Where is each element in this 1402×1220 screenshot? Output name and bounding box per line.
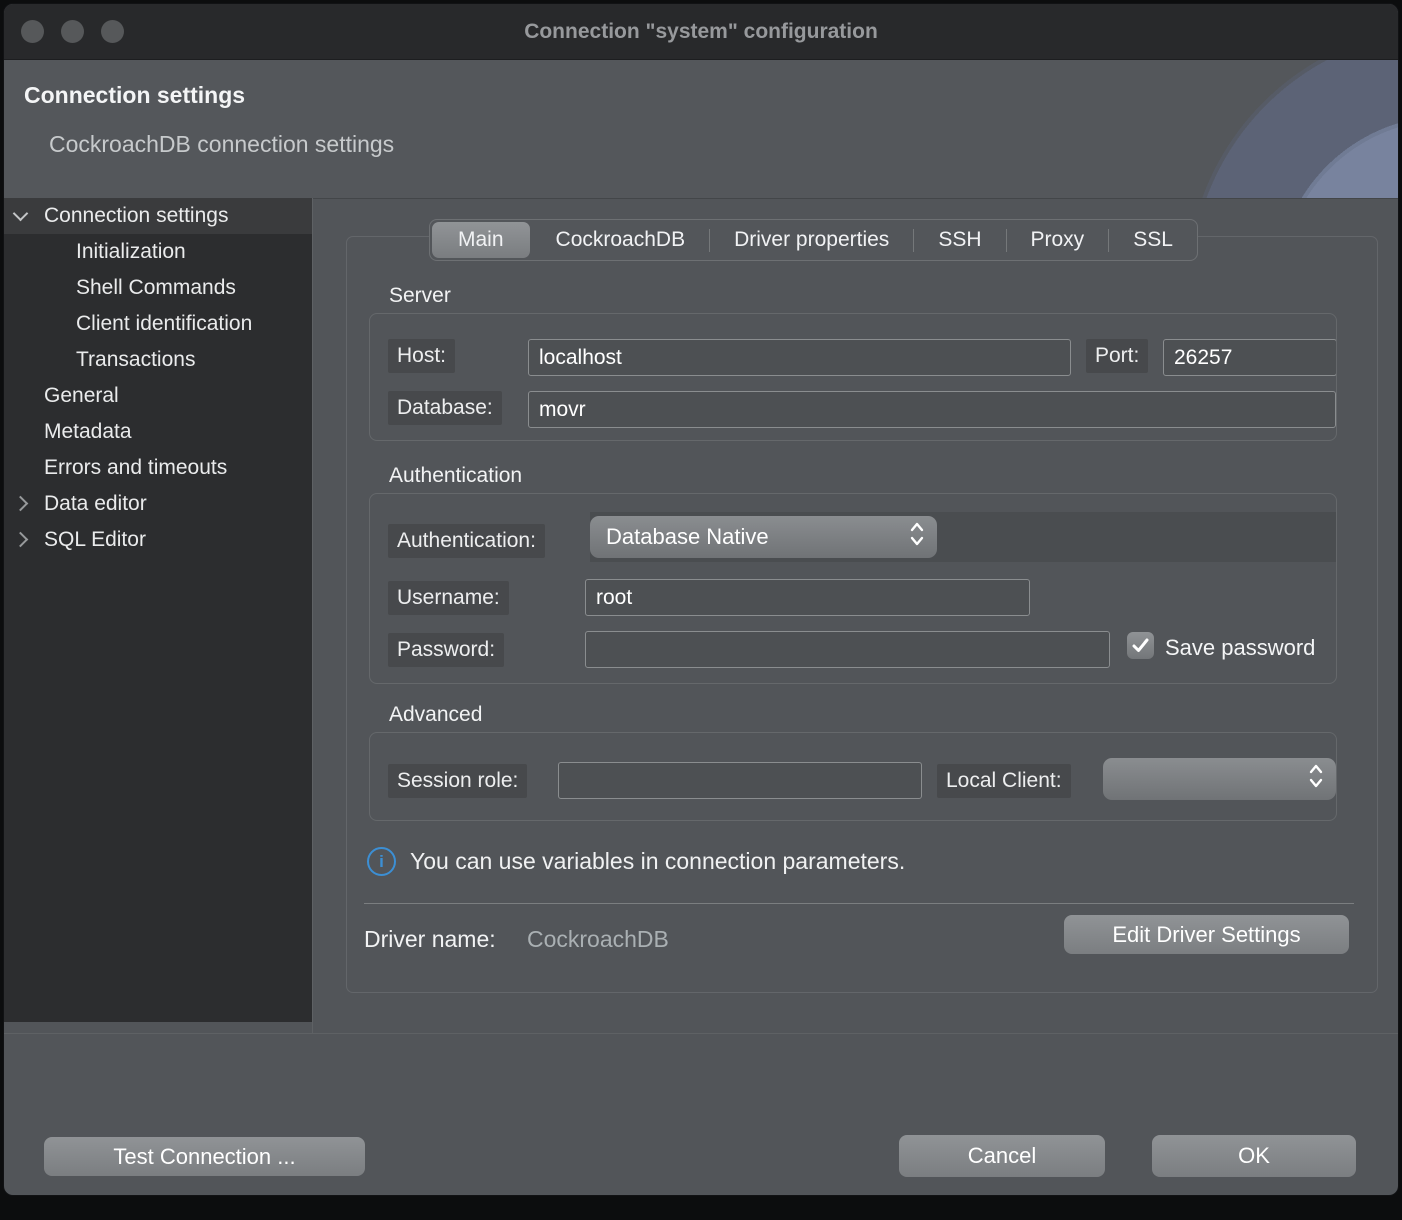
titlebar: Connection "system" configuration — [4, 4, 1398, 60]
page-subtitle: CockroachDB connection settings — [49, 131, 394, 158]
database-label: Database: — [388, 391, 502, 425]
host-input[interactable] — [528, 339, 1071, 376]
sidebar-item-label: Metadata — [44, 420, 132, 444]
info-text: You can use variables in connection para… — [410, 848, 905, 875]
sidebar-tree: Connection settings Initialization Shell C… — [4, 198, 312, 1022]
sidebar-item-initialization[interactable]: Initialization — [4, 234, 312, 270]
sidebar-item-transactions[interactable]: Transactions — [4, 342, 312, 378]
sidebar-item-metadata[interactable]: Metadata — [4, 414, 312, 450]
sidebar-item-label: Data editor — [44, 492, 147, 516]
decorative-swoosh — [978, 60, 1398, 198]
driver-separator — [364, 903, 1354, 904]
password-input[interactable] — [585, 631, 1110, 668]
save-password-checkbox[interactable] — [1127, 632, 1154, 659]
popup-chevrons-icon — [909, 521, 925, 553]
chevron-down-icon[interactable] — [15, 216, 27, 228]
auth-method-value: Database Native — [606, 524, 909, 550]
authentication-group: Authentication: Database Native Username… — [369, 493, 1337, 684]
page-title: Connection settings — [24, 82, 245, 109]
port-label: Port: — [1086, 339, 1148, 373]
username-input[interactable] — [585, 579, 1030, 616]
sidebar-item-label: Client identification — [76, 312, 252, 336]
info-icon: i — [367, 847, 396, 876]
sidebar-item-data-editor[interactable]: Data editor — [4, 486, 312, 522]
sidebar-item-label: Shell Commands — [76, 276, 236, 300]
driver-name-value: CockroachDB — [527, 926, 669, 953]
tab-driver-properties[interactable]: Driver properties — [710, 220, 913, 260]
sidebar-item-label: SQL Editor — [44, 528, 146, 552]
session-role-input[interactable] — [558, 762, 922, 799]
auth-method-label: Authentication: — [388, 524, 545, 558]
local-client-label: Local Client: — [937, 764, 1071, 798]
auth-method-select[interactable]: Database Native — [590, 516, 937, 558]
footer-divider — [4, 1033, 1398, 1034]
tab-ssl[interactable]: SSL — [1109, 220, 1197, 260]
tab-proxy[interactable]: Proxy — [1007, 220, 1109, 260]
tab-cockroachdb[interactable]: CockroachDB — [532, 220, 710, 260]
sidebar-item-errors-and-timeouts[interactable]: Errors and timeouts — [4, 450, 312, 486]
cancel-button[interactable]: Cancel — [899, 1135, 1105, 1177]
sidebar-item-connection-settings[interactable]: Connection settings — [4, 198, 312, 234]
password-label: Password: — [388, 633, 504, 667]
sidebar-item-label: Initialization — [76, 240, 186, 264]
tab-main[interactable]: Main — [432, 222, 530, 258]
driver-name-label: Driver name: — [364, 926, 496, 953]
host-label: Host: — [388, 339, 455, 373]
session-role-label: Session role: — [388, 764, 527, 798]
sidebar-item-sql-editor[interactable]: SQL Editor — [4, 522, 312, 558]
sidebar-item-shell-commands[interactable]: Shell Commands — [4, 270, 312, 306]
username-label: Username: — [388, 581, 509, 615]
dialog-header: Connection settings CockroachDB connecti… — [4, 60, 1398, 199]
info-row: i You can use variables in connection pa… — [367, 847, 905, 876]
local-client-select[interactable] — [1103, 758, 1336, 800]
database-input[interactable] — [528, 391, 1336, 428]
port-input[interactable] — [1163, 339, 1337, 376]
sidebar-item-label: Errors and timeouts — [44, 456, 227, 480]
sidebar-item-label: Connection settings — [44, 204, 228, 228]
test-connection-button[interactable]: Test Connection ... — [44, 1137, 365, 1176]
sidebar-divider — [312, 198, 313, 1034]
chevron-right-icon[interactable] — [15, 504, 27, 516]
sidebar-item-general[interactable]: General — [4, 378, 312, 414]
popup-chevrons-icon — [1308, 763, 1324, 795]
sidebar-item-label: General — [44, 384, 119, 408]
server-group: Host: Port: Database: — [369, 313, 1337, 441]
tab-bar: MainCockroachDBDriver propertiesSSHProxy… — [429, 219, 1198, 261]
connection-dialog-window: Connection "system" configuration Connec… — [3, 3, 1399, 1196]
ok-button[interactable]: OK — [1152, 1135, 1356, 1177]
sidebar-item-client-identification[interactable]: Client identification — [4, 306, 312, 342]
window-title: Connection "system" configuration — [4, 4, 1398, 59]
advanced-section-title: Advanced — [389, 703, 482, 727]
chevron-right-icon[interactable] — [15, 540, 27, 552]
advanced-group: Session role: Local Client: — [369, 732, 1337, 821]
server-section-title: Server — [389, 284, 451, 308]
sidebar-item-label: Transactions — [76, 348, 195, 372]
edit-driver-settings-button[interactable]: Edit Driver Settings — [1064, 915, 1349, 954]
tab-ssh[interactable]: SSH — [914, 220, 1005, 260]
save-password-label: Save password — [1165, 635, 1315, 661]
authentication-section-title: Authentication — [389, 464, 522, 488]
